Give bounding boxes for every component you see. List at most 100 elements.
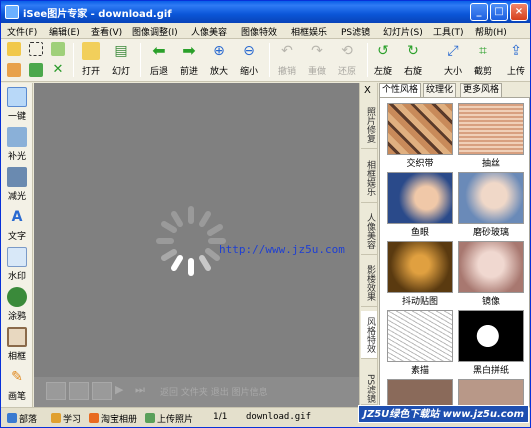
menu-effects[interactable]: 图像特效 <box>241 25 277 38</box>
status-upload[interactable]: 上传照片 <box>145 412 193 425</box>
tab-personal-style[interactable]: 个性风格 <box>379 83 422 97</box>
effect-label: 抖动贴图 <box>401 297 438 307</box>
vtab-style-effects[interactable]: 风格特效 <box>361 311 377 359</box>
status-learn-label: 学习 <box>63 415 82 425</box>
restore-button[interactable]: ⟲ 还原 <box>333 42 361 80</box>
zoom-in-button[interactable]: ⊕ 放大 <box>205 42 233 80</box>
menu-edit[interactable]: 编辑(E) <box>49 25 80 38</box>
forward-label: 前进 <box>179 67 198 77</box>
crop-icon: ⌗ <box>479 43 487 59</box>
zoom-out-button[interactable]: ⊖ 缩小 <box>235 42 263 80</box>
effect-thumb[interactable] <box>458 172 524 224</box>
redo-label: 重做 <box>307 67 326 77</box>
vtab-ps-filters[interactable]: PS滤镜 <box>361 373 377 405</box>
browse-icon[interactable] <box>7 42 21 56</box>
vtab-frames[interactable]: 相框娱乐 <box>361 153 377 203</box>
size-label: 大小 <box>443 67 462 77</box>
app-window: iSee图片专家 - download.gif _ □ × 文件(F) 编辑(E… <box>0 0 531 428</box>
app-icon <box>5 5 19 19</box>
undo-button[interactable]: ↶ 撤销 <box>273 42 301 80</box>
menu-view[interactable]: 查看(V) <box>91 25 122 38</box>
tool-doodle[interactable]: 涂鸦 <box>1 287 33 322</box>
status-blog[interactable]: 部落 <box>7 412 37 425</box>
select-icon[interactable] <box>29 42 43 56</box>
close-button[interactable]: × <box>510 3 528 21</box>
tool-reduce-light[interactable]: 减光 <box>1 167 33 202</box>
doodle-icon <box>7 287 27 307</box>
undo-label: 撤销 <box>277 67 296 77</box>
nav-first-button[interactable] <box>46 382 66 400</box>
play-icon[interactable]: ▶ <box>115 382 135 400</box>
back-button[interactable]: ⬅ 后退 <box>145 42 173 80</box>
effect-thumb[interactable] <box>387 379 453 406</box>
status-taobao[interactable]: 淘宝相册 <box>89 412 137 425</box>
panel-close-icon[interactable]: X <box>364 85 371 96</box>
effect-thumb[interactable] <box>387 103 453 155</box>
restore-label: 还原 <box>337 67 356 77</box>
forward-button[interactable]: ➡ 前进 <box>175 42 203 80</box>
menu-bar: 文件(F) 编辑(E) 查看(V) 图像调整(I) 人像美容 图像特效 相框娱乐… <box>1 23 530 39</box>
fast-forward-icon[interactable]: ⏭ <box>135 382 155 400</box>
crop-button[interactable]: ⌗ 截剪 <box>469 42 497 80</box>
learn-icon <box>51 413 61 423</box>
tool-watermark[interactable]: 水印 <box>1 247 33 282</box>
menu-file[interactable]: 文件(F) <box>7 25 37 38</box>
watermark-icon <box>7 247 27 267</box>
menu-tools[interactable]: 工具(T) <box>433 25 464 38</box>
redo-button[interactable]: ↷ 重做 <box>303 42 331 80</box>
paint-icon[interactable] <box>7 63 21 77</box>
tool-text[interactable]: A 文字 <box>1 207 33 242</box>
tab-more-styles[interactable]: 更多风格 <box>460 83 503 97</box>
maximize-button[interactable]: □ <box>490 3 508 21</box>
tool-frame[interactable]: 相框 <box>1 327 33 362</box>
effect-thumb[interactable] <box>387 310 453 362</box>
tool-label: 减光 <box>7 192 26 202</box>
open-button[interactable]: 打开 <box>77 42 105 80</box>
effect-thumb[interactable] <box>458 310 524 362</box>
upload-button[interactable]: ⇪ 上传 <box>504 42 528 80</box>
rotate-left-button[interactable]: ↺ 左旋 <box>369 42 397 80</box>
blog-icon <box>7 413 17 423</box>
vtab-portrait[interactable]: 人像美容 <box>361 207 377 255</box>
effect-thumb[interactable] <box>387 172 453 224</box>
tool-label: 一键 <box>7 112 26 122</box>
menu-ps-filters[interactable]: PS滤镜 <box>341 25 370 38</box>
frame-icon <box>7 327 27 347</box>
export-icon[interactable] <box>29 63 43 77</box>
menu-slideshow[interactable]: 幻灯片(S) <box>383 25 423 38</box>
effect-thumb[interactable] <box>458 241 524 293</box>
tool-label: 涂鸦 <box>7 312 26 322</box>
menu-image-adjust[interactable]: 图像调整(I) <box>132 25 178 38</box>
nav-next-button[interactable] <box>92 382 112 400</box>
title-bar: iSee图片专家 - download.gif _ □ × <box>1 1 530 23</box>
size-button[interactable]: ⤢ 大小 <box>439 42 467 80</box>
rotate-right-button[interactable]: ↻ 右旋 <box>399 42 427 80</box>
nav-prev-button[interactable] <box>69 382 89 400</box>
copy-icon[interactable] <box>51 42 65 56</box>
menu-frames[interactable]: 相框娱乐 <box>291 25 327 38</box>
vtab-photo-repair[interactable]: 照片修复 <box>361 101 377 149</box>
upload-label: 上传 <box>506 67 525 77</box>
effect-thumb[interactable] <box>458 103 524 155</box>
brush-icon: ✎ <box>11 369 23 385</box>
zoom-in-label: 放大 <box>209 67 228 77</box>
style-tabs: 个性风格 纹理化 更多风格 <box>378 83 530 97</box>
delete-icon[interactable]: ✕ <box>51 63 65 77</box>
minimize-button[interactable]: _ <box>470 3 488 21</box>
effect-thumb[interactable] <box>387 241 453 293</box>
status-learn[interactable]: 学习 <box>51 412 81 425</box>
menu-help[interactable]: 帮助(H) <box>475 25 507 38</box>
vtab-studio[interactable]: 影楼效果 <box>361 259 377 307</box>
tool-one-click[interactable]: 一键 <box>1 87 33 122</box>
menu-portrait[interactable]: 人像美容 <box>191 25 227 38</box>
effect-thumb[interactable] <box>458 379 524 406</box>
tool-brush[interactable]: ✎ 画笔 <box>1 367 33 402</box>
back-label: 后退 <box>149 67 168 77</box>
redo-icon: ↷ <box>311 43 323 59</box>
status-upload-label: 上传照片 <box>157 415 194 425</box>
tool-fill-light[interactable]: 补光 <box>1 127 33 162</box>
loading-spinner-icon <box>156 206 226 276</box>
nav-ghost-text: 返回 文件夹 退出 图片信息 <box>160 388 268 398</box>
tab-texture[interactable]: 纹理化 <box>423 83 457 97</box>
slideshow-button[interactable]: ▤ 幻灯 <box>107 42 135 80</box>
